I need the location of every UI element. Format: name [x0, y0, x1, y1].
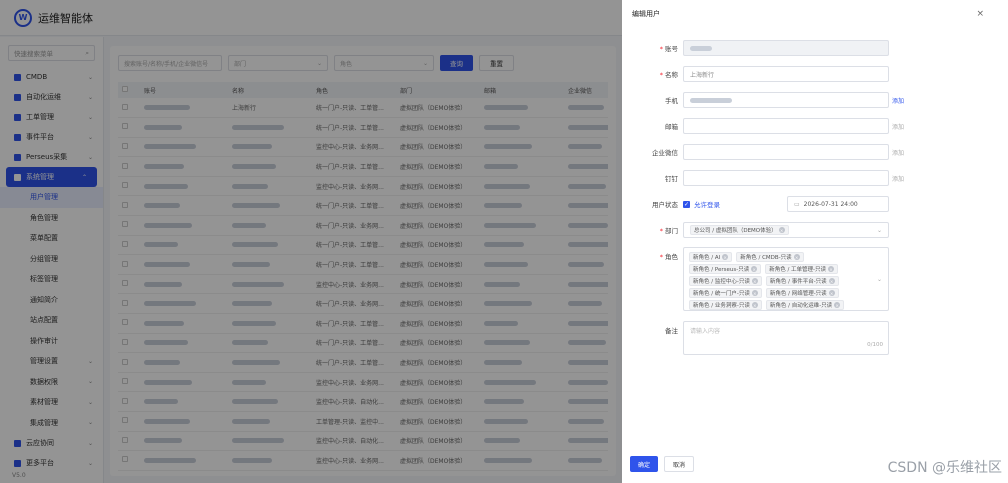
phone-label: 手机	[665, 97, 678, 105]
account-field	[683, 40, 889, 56]
role-chip: 新角色 / Perseus-只读 ×	[689, 264, 762, 274]
role-chip: 新角色 / 监控中心-只读 ×	[689, 276, 762, 286]
account-label: * 账号	[659, 45, 678, 53]
role-chip: 新角色 / 业务洞察-只读 ×	[689, 300, 762, 310]
watermark: CSDN @乐维社区	[887, 460, 1002, 476]
add-wechat-link[interactable]: 添加	[892, 148, 904, 157]
remove-chip-icon[interactable]: ×	[793, 254, 800, 260]
role-label: * 角色	[659, 253, 678, 261]
role-chip: 新角色 / 事件平台-只读 ×	[765, 276, 839, 286]
remove-chip-icon[interactable]: ×	[751, 302, 758, 308]
add-email-link[interactable]: 添加	[892, 122, 904, 131]
expiry-date-picker[interactable]: ▭ 2026-07-31 24:00	[787, 196, 889, 212]
name-label: * 名称	[659, 71, 678, 79]
modal-overlay[interactable]	[0, 0, 622, 483]
email-field[interactable]	[683, 118, 889, 134]
name-field[interactable]: 上海新行	[683, 66, 889, 82]
remove-chip-icon[interactable]: ×	[751, 266, 758, 272]
allow-login-checkbox[interactable]: ✓ 允许登录	[683, 199, 720, 209]
remove-chip-icon[interactable]: ×	[834, 302, 841, 308]
wechat-row: 企业微信 添加	[622, 144, 1008, 160]
remove-chip-icon[interactable]: ×	[751, 278, 758, 284]
drawer-title: 编辑用户	[632, 10, 660, 18]
status-row: 用户状态 ✓ 允许登录 ▭ 2026-07-31 24:00	[622, 196, 1008, 212]
phone-field[interactable]	[683, 92, 889, 108]
cancel-button[interactable]: 取消	[664, 456, 695, 472]
drawer-header: 编辑用户 ×	[622, 0, 1008, 28]
role-chip: 新角色 / 统一门户-只读 ×	[689, 288, 762, 298]
chevron-down-icon: ⌄	[876, 276, 882, 283]
dept-field[interactable]: 总公司 / 虚拟团队（DEMO体验） × ⌄	[683, 222, 889, 238]
remove-chip-icon[interactable]: ×	[751, 290, 758, 296]
add-dingtalk-link[interactable]: 添加	[892, 174, 904, 183]
expiry-value: 2026-07-31 24:00	[803, 200, 858, 208]
remove-chip-icon[interactable]: ×	[722, 254, 729, 260]
wechat-label: 企业微信	[652, 149, 678, 157]
dept-row: * 部门 总公司 / 虚拟团队（DEMO体验） × ⌄	[622, 222, 1008, 238]
email-row: 邮箱 添加	[622, 118, 1008, 134]
wechat-field[interactable]	[683, 144, 889, 160]
calendar-icon: ▭	[794, 200, 800, 208]
remove-chip-icon[interactable]: ×	[778, 227, 785, 233]
status-label: 用户状态	[652, 201, 678, 209]
role-chip: 新角色 / 自动化运维-只读 ×	[765, 300, 845, 310]
remove-chip-icon[interactable]: ×	[828, 290, 835, 296]
email-label: 邮箱	[665, 123, 678, 131]
dept-chip: 总公司 / 虚拟团队（DEMO体验） ×	[690, 225, 789, 235]
dingtalk-field[interactable]	[683, 170, 889, 186]
add-phone-link[interactable]: 添加	[892, 96, 904, 105]
confirm-button[interactable]: 确定	[630, 456, 659, 472]
check-icon: ✓	[683, 200, 690, 208]
role-chip: 新角色 / 网络管理-只读 ×	[765, 288, 839, 298]
close-icon[interactable]: ×	[976, 9, 984, 19]
remove-chip-icon[interactable]: ×	[828, 278, 835, 284]
background-app: W 运维智能体 快速搜索菜单 ⌕ CMDB ⌄ 自动化运维 ⌄ 工单管理 ⌄ 事…	[0, 0, 622, 483]
dingtalk-row: 钉钉 添加	[622, 170, 1008, 186]
role-chip: 新角色 / 工单管理-只读 ×	[765, 264, 839, 274]
account-row: * 账号	[622, 40, 1008, 56]
roles-field[interactable]: 新角色 / AI × 新角色 / CMDB-只读 × 新角色 / Perseus-只…	[683, 247, 889, 311]
chevron-down-icon: ⌄	[876, 226, 882, 234]
remove-chip-icon[interactable]: ×	[828, 266, 835, 272]
edit-user-drawer: 编辑用户 × * 账号 * 名称 上海新行 手机 添加 邮箱 添加 企业微信 添加 …	[622, 0, 1008, 483]
dept-label: * 部门	[659, 227, 678, 235]
remark-label: 备注	[665, 327, 678, 335]
allow-login-label: 允许登录	[694, 201, 720, 209]
role-chip: 新角色 / AI ×	[689, 252, 733, 262]
role-chip: 新角色 / CMDB-只读 ×	[736, 252, 804, 262]
remark-textarea[interactable]: 请输入内容 0/100	[683, 321, 889, 355]
name-row: * 名称 上海新行	[622, 66, 1008, 82]
dingtalk-label: 钉钉	[665, 175, 678, 183]
remark-counter: 0/100	[867, 342, 883, 348]
phone-row: 手机 添加	[622, 92, 1008, 108]
remark-placeholder: 请输入内容	[690, 328, 721, 335]
